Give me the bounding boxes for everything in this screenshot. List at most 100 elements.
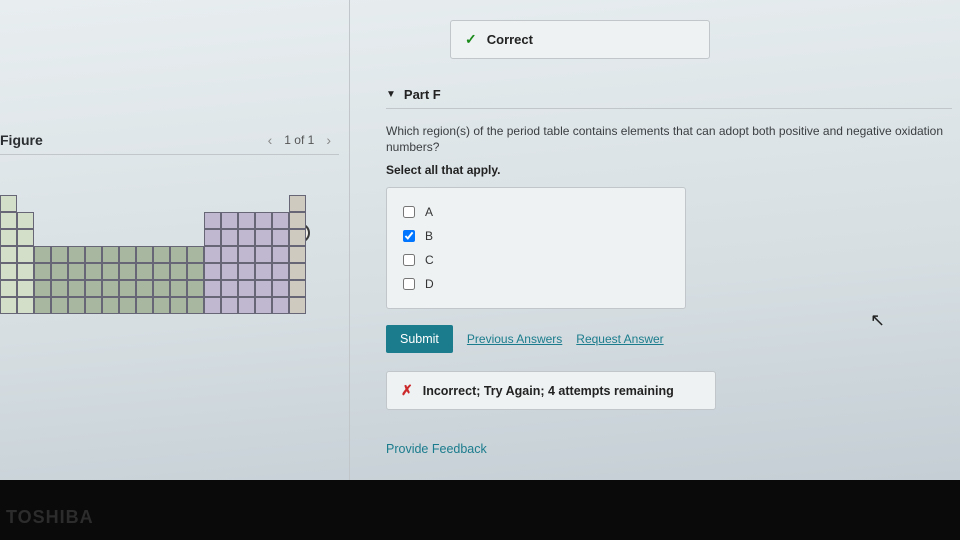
element-cell <box>68 263 85 280</box>
element-cell <box>17 212 34 229</box>
element-cell <box>187 246 204 263</box>
submit-button[interactable]: Submit <box>386 325 453 353</box>
request-answer-link[interactable]: Request Answer <box>576 332 663 346</box>
option-row[interactable]: A <box>403 200 669 224</box>
element-cell <box>68 280 85 297</box>
element-cell <box>204 280 221 297</box>
element-cell <box>289 280 306 297</box>
element-cell <box>0 229 17 246</box>
element-cell <box>221 297 238 314</box>
answer-options: A B C D <box>386 187 686 309</box>
element-cell <box>102 263 119 280</box>
option-checkbox-d[interactable] <box>403 278 415 290</box>
element-cell <box>221 263 238 280</box>
element-cell <box>119 280 136 297</box>
element-cell <box>85 297 102 314</box>
part-header[interactable]: ▼ Part F <box>386 83 952 109</box>
element-cell <box>272 229 289 246</box>
option-checkbox-b[interactable] <box>403 230 415 242</box>
previous-part-status: ✓ Correct <box>450 20 710 59</box>
element-cell <box>136 297 153 314</box>
mouse-cursor-icon: ↖ <box>870 310 885 331</box>
element-cell <box>153 263 170 280</box>
element-cell <box>34 263 51 280</box>
element-cell <box>136 280 153 297</box>
option-row[interactable]: D <box>403 272 669 296</box>
x-icon: ✗ <box>401 382 413 399</box>
previous-answers-link[interactable]: Previous Answers <box>467 332 562 346</box>
element-cell <box>119 263 136 280</box>
element-cell <box>272 280 289 297</box>
element-cell <box>255 212 272 229</box>
element-cell <box>289 246 306 263</box>
option-label: A <box>425 205 433 219</box>
laptop-brand: TOSHIBA <box>6 507 94 528</box>
provide-feedback-link[interactable]: Provide Feedback <box>386 442 487 456</box>
element-cell <box>204 297 221 314</box>
check-icon: ✓ <box>465 31 477 48</box>
option-label: B <box>425 229 433 243</box>
element-cell <box>153 280 170 297</box>
element-cell <box>204 229 221 246</box>
element-cell <box>289 212 306 229</box>
element-cell <box>17 246 34 263</box>
element-cell <box>272 297 289 314</box>
element-cell <box>0 297 17 314</box>
element-cell <box>17 297 34 314</box>
element-cell <box>0 212 17 229</box>
option-row[interactable]: B <box>403 224 669 248</box>
element-cell <box>272 246 289 263</box>
element-cell <box>85 246 102 263</box>
element-cell <box>51 263 68 280</box>
element-cell <box>34 246 51 263</box>
element-cell <box>238 212 255 229</box>
element-cell <box>17 263 34 280</box>
element-cell <box>119 297 136 314</box>
element-cell <box>204 263 221 280</box>
element-cell <box>153 297 170 314</box>
element-cell <box>170 280 187 297</box>
element-cell <box>170 297 187 314</box>
pager-next[interactable]: › <box>322 132 335 148</box>
element-cell <box>85 263 102 280</box>
select-prompt: Select all that apply. <box>386 163 952 177</box>
element-cell <box>0 246 17 263</box>
element-cell <box>187 263 204 280</box>
element-cell <box>85 280 102 297</box>
element-cell <box>119 246 136 263</box>
figure-pager: ‹ 1 of 1 › <box>264 132 335 148</box>
option-row[interactable]: C <box>403 248 669 272</box>
element-cell <box>289 229 306 246</box>
element-cell <box>17 229 34 246</box>
element-cell <box>187 297 204 314</box>
element-cell <box>68 297 85 314</box>
status-label: Correct <box>487 32 533 47</box>
element-cell <box>68 246 85 263</box>
option-label: C <box>425 253 434 267</box>
action-row: Submit Previous Answers Request Answer <box>386 325 952 353</box>
element-cell <box>221 246 238 263</box>
pager-prev[interactable]: ‹ <box>264 132 277 148</box>
element-cell <box>255 229 272 246</box>
element-cell <box>34 280 51 297</box>
element-cell <box>136 263 153 280</box>
grading-feedback: ✗ Incorrect; Try Again; 4 attempts remai… <box>386 371 716 410</box>
element-cell <box>0 263 17 280</box>
figure-title: Figure <box>0 132 43 148</box>
element-cell <box>0 195 17 212</box>
element-cell <box>221 280 238 297</box>
option-checkbox-a[interactable] <box>403 206 415 218</box>
element-cell <box>255 246 272 263</box>
element-cell <box>255 280 272 297</box>
pager-count: 1 of 1 <box>284 133 314 147</box>
element-cell <box>272 212 289 229</box>
element-cell <box>51 246 68 263</box>
part-title: Part F <box>404 87 441 102</box>
element-cell <box>153 246 170 263</box>
element-cell <box>187 280 204 297</box>
element-cell <box>255 263 272 280</box>
element-cell <box>51 297 68 314</box>
element-cell <box>102 297 119 314</box>
option-checkbox-c[interactable] <box>403 254 415 266</box>
element-cell <box>289 195 306 212</box>
